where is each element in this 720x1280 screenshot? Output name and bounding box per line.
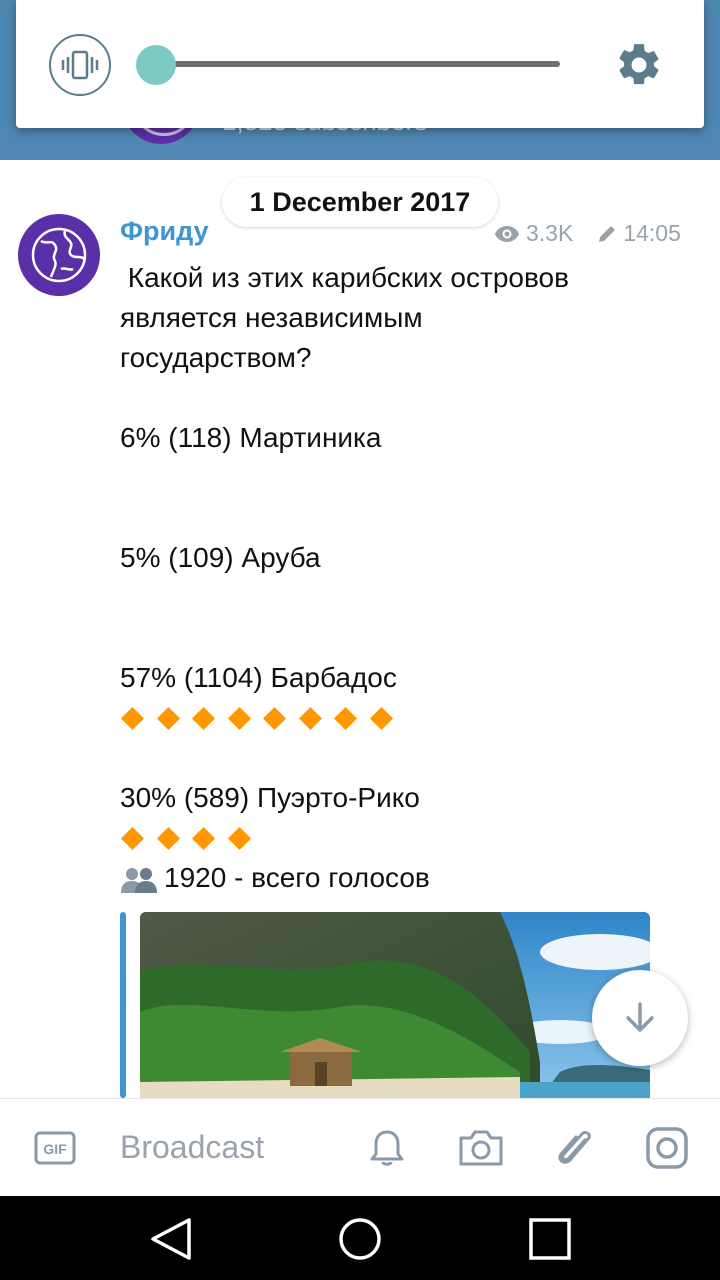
svg-text:GIF: GIF [43,1141,67,1157]
orange-diamond-icon [333,706,358,730]
message-meta: 3.3K 14:05 [494,220,681,247]
poll-option: 30% (589) Пуэрто-Рико [120,782,420,813]
preview-image[interactable] [140,912,650,1098]
poll-option: 57% (1104) Барбадос [120,662,397,693]
attach-button[interactable] [550,1123,600,1173]
sound-settings-button[interactable] [612,38,666,92]
author-name[interactable]: Фриду [120,216,209,247]
vibrate-toggle-button[interactable] [49,34,111,96]
volume-slider-track[interactable] [156,61,560,67]
date-separator: 1 December 2017 [222,177,498,227]
orange-diamond-icon [369,706,393,730]
orange-diamond-icon [191,706,216,730]
people-icon [121,867,157,893]
pencil-icon [599,225,616,242]
question-line: Какой из этих карибских островов [120,262,569,293]
preview-accent-bar [120,912,126,1098]
vibrate-icon [61,50,99,80]
paperclip-icon [558,1131,591,1164]
recents-square-icon [529,1218,571,1260]
arrow-down-icon [626,1002,654,1032]
poll-option: 5% (109) Аруба [120,542,321,573]
question-line: является независимым [120,302,423,333]
gif-button[interactable]: GIF [30,1123,80,1173]
volume-slider-thumb[interactable] [136,45,176,85]
home-button[interactable] [335,1214,385,1264]
home-circle-icon [339,1218,381,1260]
bell-icon [370,1130,404,1166]
volume-panel [16,0,704,128]
view-count: 3.3K [526,220,574,246]
gear-icon [619,44,659,85]
screen: 1,828 subscribers 1 December 2017 [0,0,720,1280]
author-avatar[interactable] [18,214,100,296]
total-votes: 1920 - всего голосов [164,862,430,893]
poll-bar [120,698,680,738]
instagram-button[interactable] [642,1123,692,1173]
poll-bar [120,818,680,858]
camera-icon [459,1130,503,1166]
orange-diamond-icon [262,706,287,730]
orange-diamond-icon [120,706,145,730]
orange-diamond-icon [227,706,251,730]
orange-diamond-icon [298,706,322,730]
recents-button[interactable] [525,1214,575,1264]
message-text: Какой из этих карибских островов являетс… [120,258,680,898]
camera-button[interactable] [456,1123,506,1173]
gif-icon: GIF [34,1131,76,1165]
scroll-down-button[interactable] [592,970,688,1066]
notification-button[interactable] [362,1123,412,1173]
back-button[interactable] [146,1214,196,1264]
message-input[interactable]: Broadcast [120,1129,264,1166]
poll-total: 1920 - всего голосов [120,858,680,898]
back-triangle-icon [151,1218,191,1260]
globe-icon [31,227,87,283]
orange-diamond-icon [191,826,216,850]
poll-option: 6% (118) Мартиника [120,422,382,453]
orange-diamond-icon [120,826,145,850]
system-nav-bar [0,1196,720,1280]
eye-icon [495,225,519,242]
orange-diamond-icon [156,826,180,850]
message-time: 14:05 [623,220,681,246]
question-line: государством? [120,342,312,373]
instagram-icon [646,1127,688,1169]
orange-diamond-icon [156,706,180,730]
message-input-bar: GIF Broadcast [0,1098,720,1196]
orange-diamond-icon [227,826,251,850]
